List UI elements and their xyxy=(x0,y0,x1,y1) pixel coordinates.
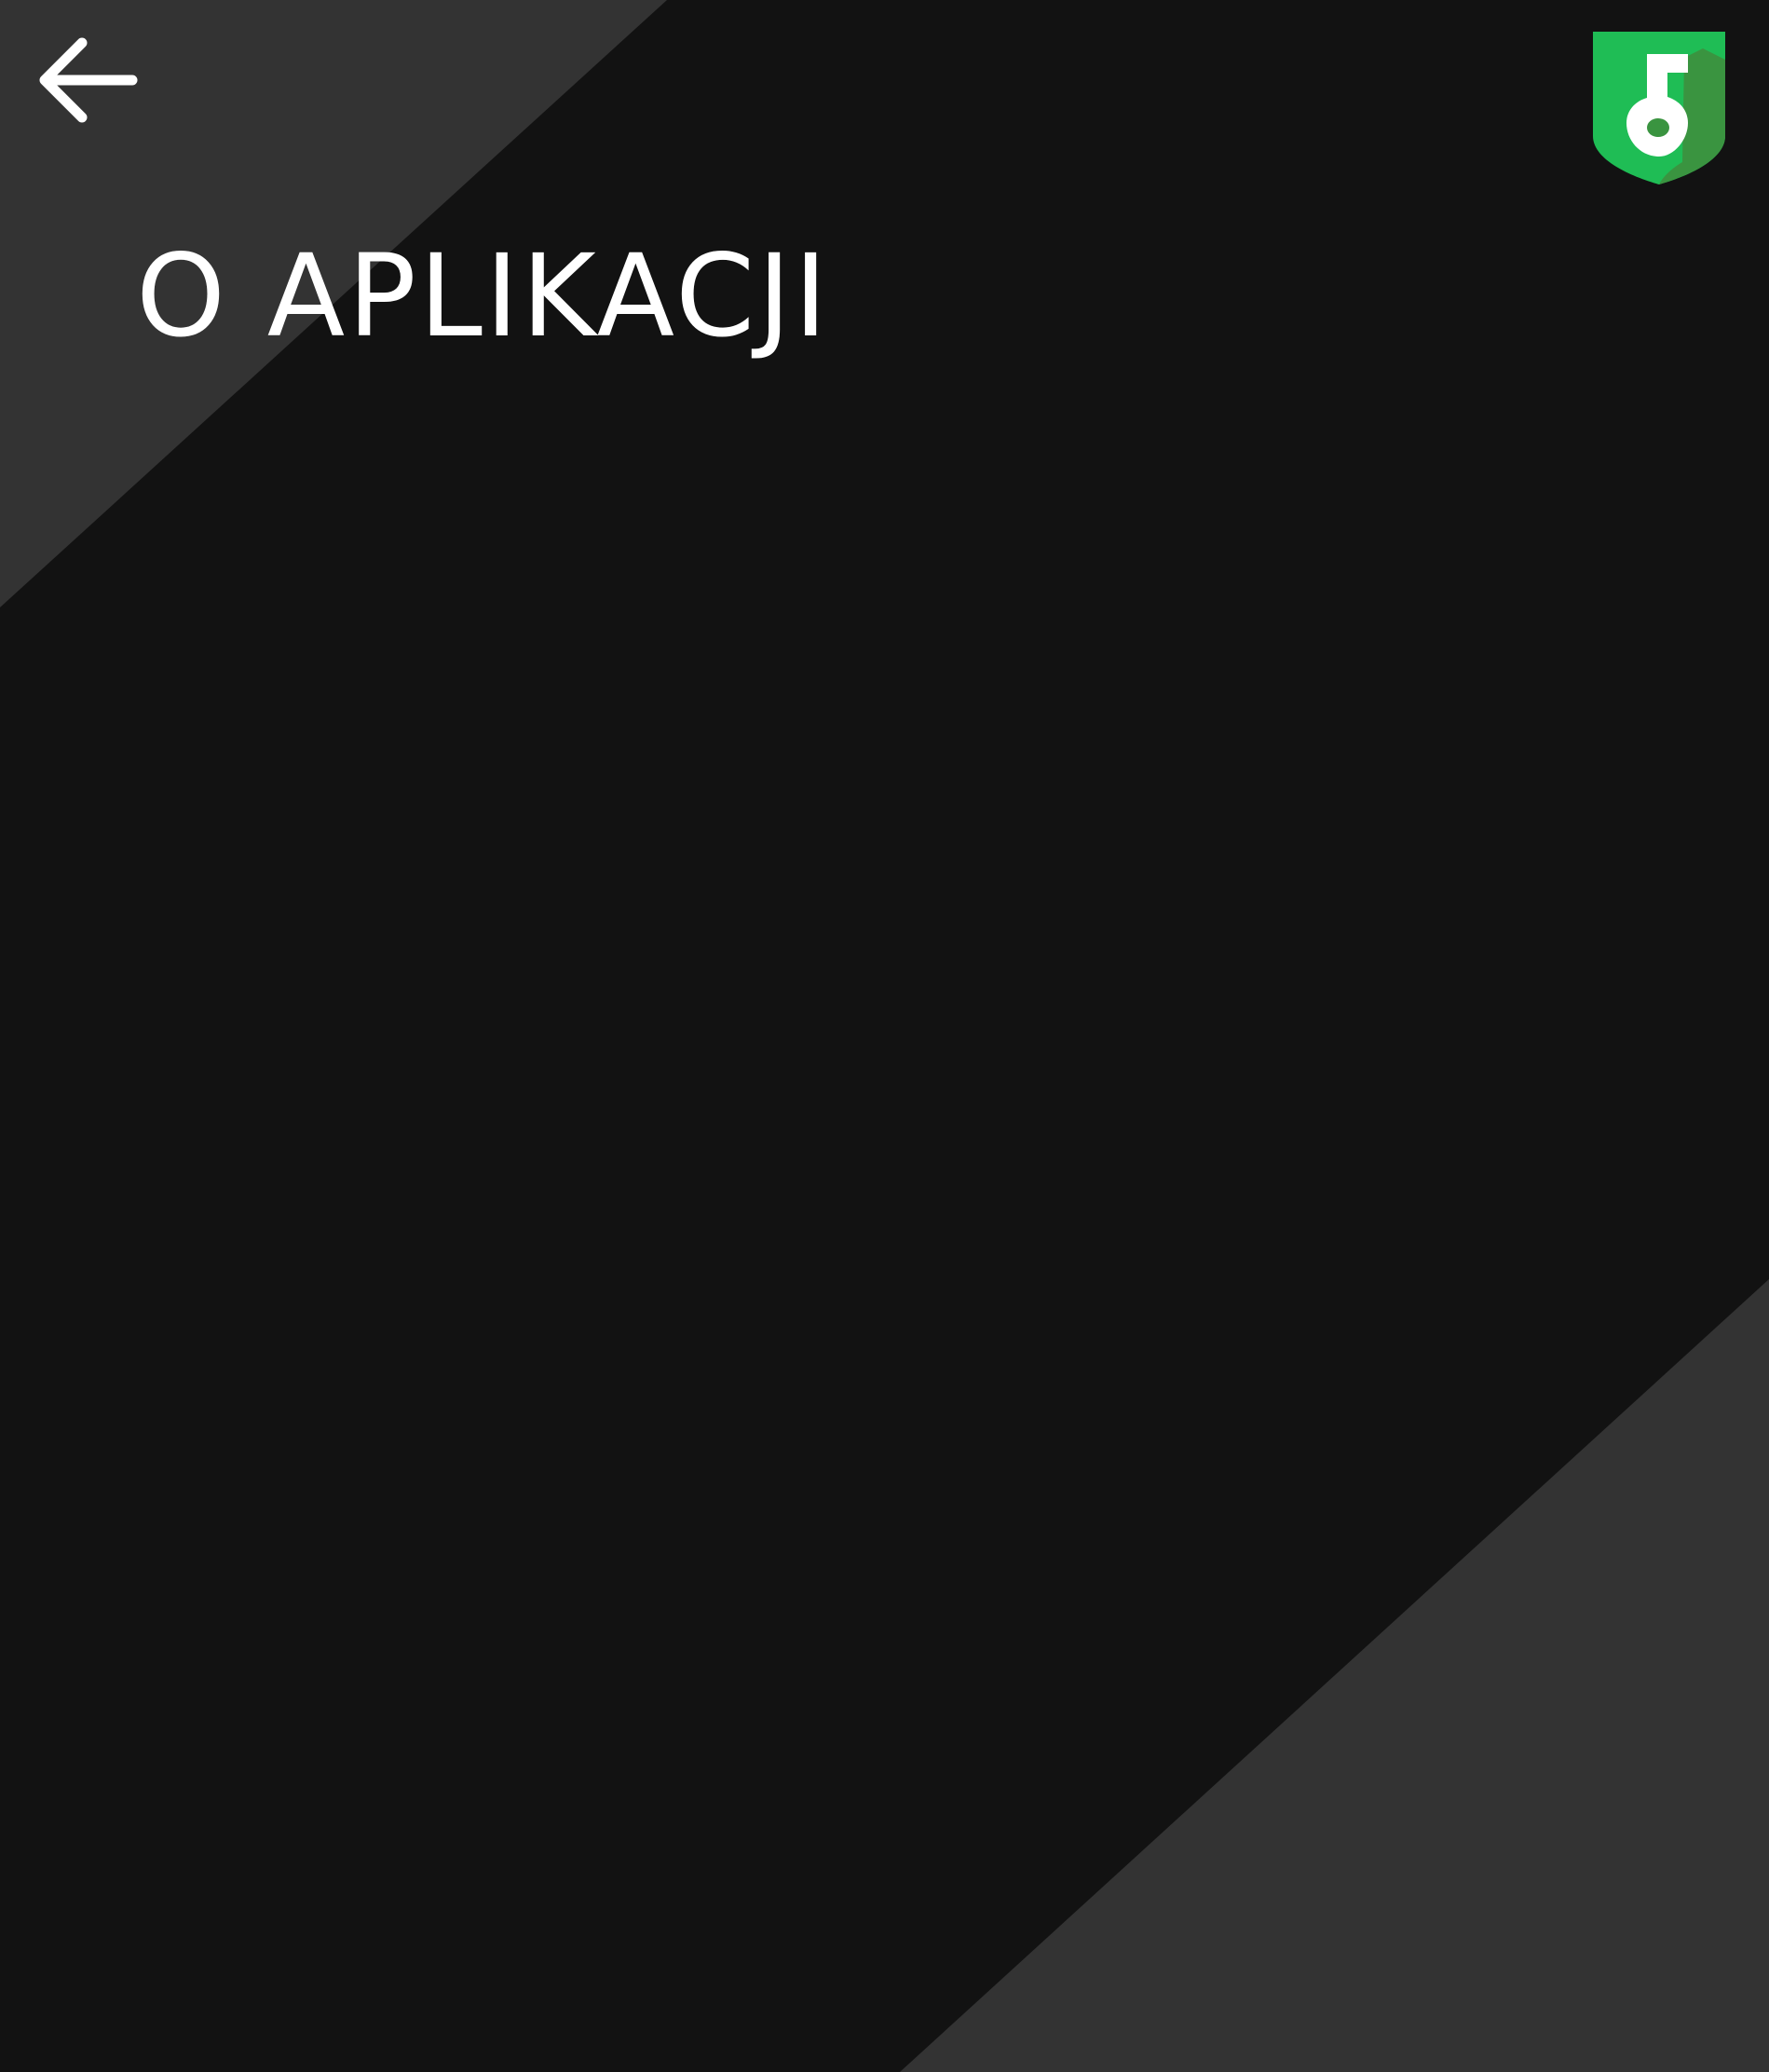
arrow-left-icon xyxy=(39,37,138,123)
about-screen: O APLIKACJI xyxy=(0,0,1769,2072)
bottom-right-band xyxy=(900,1279,1769,2072)
page-title: O APLIKACJI xyxy=(136,230,831,362)
shield-key-icon xyxy=(1593,32,1725,184)
back-button[interactable] xyxy=(28,28,149,140)
